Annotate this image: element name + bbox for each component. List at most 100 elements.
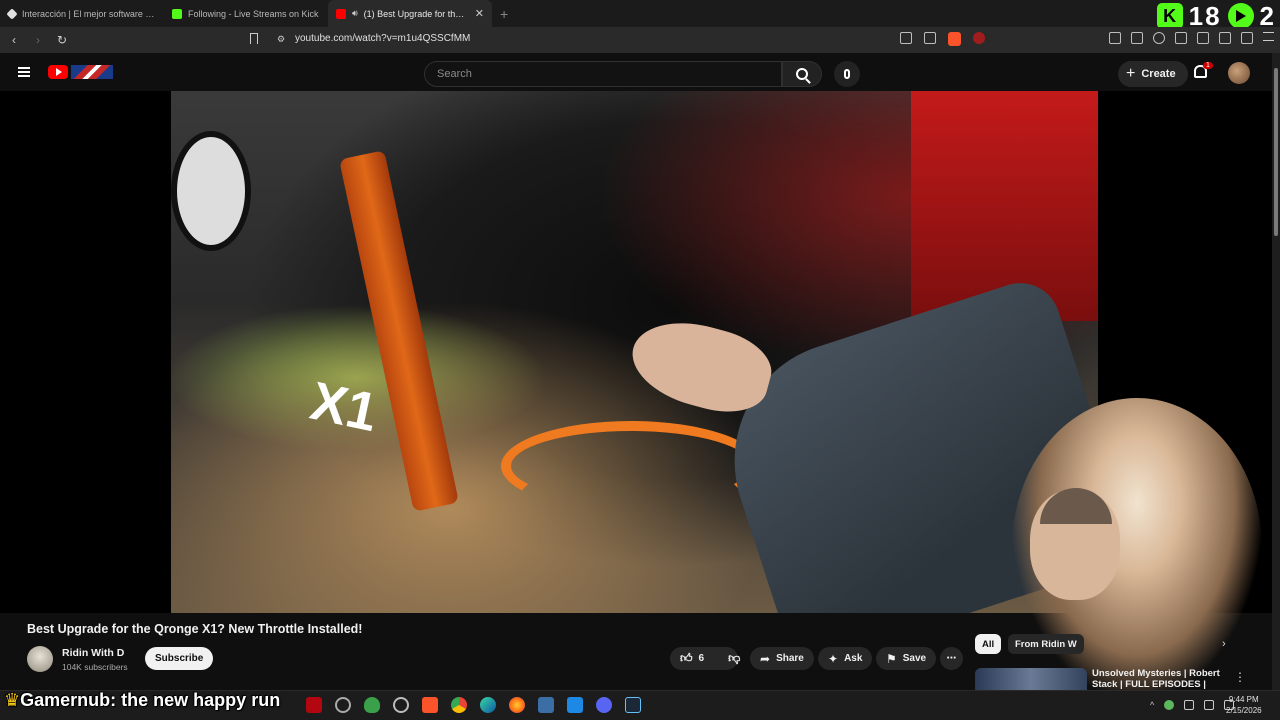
site-settings-icon[interactable]: ⚙︎: [277, 34, 285, 45]
tab-interaccion[interactable]: Interacción | El mejor software para p: [0, 0, 164, 27]
tab-favicon-icon: [6, 7, 18, 20]
channel-name[interactable]: Ridin With D: [62, 647, 124, 659]
voice-search-button[interactable]: [834, 61, 860, 87]
close-tab-icon[interactable]: ✕: [475, 7, 484, 20]
ask-label: Ask: [844, 653, 863, 664]
system-tray: ^: [1150, 700, 1235, 710]
vscode-icon[interactable]: [567, 697, 583, 713]
chip-from-channel[interactable]: From Ridin W: [1008, 634, 1084, 654]
extensions-icon[interactable]: [1109, 32, 1121, 44]
tray-display-icon[interactable]: [1184, 700, 1195, 710]
netflix-app-icon[interactable]: [306, 697, 322, 713]
discord-icon[interactable]: [596, 697, 612, 713]
browser-address-bar: ‹ › ↻ ⚙︎ youtube.com/watch?v=m1u4QSSCfMM: [0, 27, 1280, 53]
settings-app-icon[interactable]: [335, 697, 351, 713]
taskbar-app-icons: [306, 697, 641, 713]
tray-network-icon[interactable]: [1204, 700, 1215, 710]
reload-icon[interactable]: ↻: [52, 33, 72, 47]
tray-chevron-icon[interactable]: ^: [1150, 700, 1154, 710]
speaker-icon[interactable]: 🔊︎: [352, 8, 358, 19]
subscriber-count: 104K subscribers: [62, 662, 128, 672]
youtube-header: Search + Create 1: [0, 53, 1280, 91]
new-tab-button[interactable]: +: [500, 6, 508, 22]
leo-ai-icon[interactable]: [1219, 32, 1231, 44]
kick-play-icon: [1227, 3, 1254, 29]
video-title: Best Upgrade for the Qronge X1? New Thro…: [27, 622, 363, 636]
recommendation-title[interactable]: Unsolved Mysteries | Robert Stack | FULL…: [1092, 668, 1222, 690]
youtube-logo-icon[interactable]: [48, 65, 68, 79]
forward-arrow-icon[interactable]: ›: [28, 33, 48, 47]
youtube-favicon-icon: [336, 8, 346, 19]
kick-favicon-icon: [172, 8, 182, 19]
more-actions-button[interactable]: ⋯: [940, 647, 963, 670]
account-avatar[interactable]: [1228, 62, 1250, 84]
tab-title: (1) Best Upgrade for the Qronge: [363, 8, 469, 19]
chevron-right-icon[interactable]: ›: [1222, 638, 1226, 650]
more-vertical-icon[interactable]: ⋮: [1234, 670, 1246, 684]
save-label: Save: [902, 653, 927, 664]
security-app-icon[interactable]: [393, 697, 409, 713]
share-page-icon[interactable]: [924, 32, 936, 44]
sidebar-icon[interactable]: [1175, 32, 1187, 44]
search-icon: [796, 68, 808, 80]
brave-shields-icon[interactable]: [948, 32, 961, 46]
plus-icon: +: [1126, 65, 1136, 82]
brave-rewards-icon[interactable]: [973, 32, 985, 44]
recommendation-thumbnail[interactable]: [975, 668, 1087, 690]
brave-browser-icon[interactable]: [422, 697, 438, 713]
subscribe-button[interactable]: Subscribe: [145, 647, 214, 670]
ask-button[interactable]: ✦ Ask: [818, 647, 873, 670]
stream-chat-overlay: ♛Gamernub: the new happy run: [4, 690, 280, 711]
notification-badge: 1: [1203, 62, 1213, 69]
dislike-icon[interactable]: 👎︎: [728, 651, 740, 666]
menu-icon[interactable]: [1263, 32, 1274, 41]
back-arrow-icon[interactable]: ‹: [4, 33, 24, 47]
like-count[interactable]: 6: [699, 653, 705, 664]
game-app-icon[interactable]: [538, 697, 554, 713]
bookmark-icon[interactable]: [250, 33, 258, 44]
like-icon[interactable]: 👍︎: [680, 651, 693, 666]
clock-time: 9:44 PM: [1228, 695, 1259, 704]
country-flag-logo: [71, 65, 113, 79]
clock-date: 2/15/2026: [1226, 706, 1262, 715]
sparkle-icon: ✦: [828, 651, 839, 666]
edge-icon[interactable]: [480, 697, 496, 713]
media-icon[interactable]: [1153, 32, 1165, 44]
tab-kick-following[interactable]: Following - Live Streams on Kick: [164, 0, 328, 27]
like-dislike-group: 👍︎ 6 👎︎: [670, 647, 740, 670]
cast-icon[interactable]: [900, 32, 912, 44]
microphone-icon: [844, 69, 850, 79]
scrollbar-thumb[interactable]: [1274, 68, 1278, 236]
guide-menu-icon[interactable]: [18, 67, 30, 77]
address-bar-actions: [900, 32, 985, 46]
share-button[interactable]: ➦ Share: [750, 647, 814, 670]
tray-mic-icon[interactable]: [1164, 700, 1175, 710]
taskbar-clock[interactable]: 9:44 PM 2/15/2026: [1226, 694, 1262, 716]
search-button[interactable]: [782, 61, 822, 87]
screenshot-icon[interactable]: [1131, 32, 1143, 44]
channel-avatar[interactable]: [27, 646, 53, 672]
tab-title: Following - Live Streams on Kick: [188, 8, 319, 19]
create-button[interactable]: + Create: [1118, 61, 1188, 87]
video-wall-sign: [171, 131, 251, 251]
wallet-icon[interactable]: [1197, 32, 1209, 44]
firefox-icon[interactable]: [509, 697, 525, 713]
steam-icon[interactable]: [625, 697, 641, 713]
search-input[interactable]: Search: [424, 61, 782, 87]
video-orange-fork: [339, 150, 459, 512]
chip-all[interactable]: All: [975, 634, 1002, 654]
chrome-icon[interactable]: [451, 697, 467, 713]
url-field[interactable]: youtube.com/watch?v=m1u4QSSCfMM: [295, 33, 470, 44]
kick-logo-icon: K: [1156, 3, 1183, 29]
browser-tab-strip: Interacción | El mejor software para p F…: [0, 0, 1280, 27]
save-button[interactable]: ⚑ Save: [876, 647, 937, 670]
share-label: Share: [776, 653, 804, 664]
crown-icon: ♛: [4, 690, 21, 710]
tab-youtube-video[interactable]: 🔊︎ (1) Best Upgrade for the Qronge ✕: [328, 0, 492, 27]
vpn-icon[interactable]: [1241, 32, 1253, 44]
bookmark-save-icon: ⚑: [886, 651, 897, 666]
tab-title: Interacción | El mejor software para p: [22, 8, 156, 19]
video-player[interactable]: X1: [171, 91, 1098, 613]
shield-app-icon[interactable]: [364, 697, 380, 713]
create-label: Create: [1141, 68, 1176, 80]
